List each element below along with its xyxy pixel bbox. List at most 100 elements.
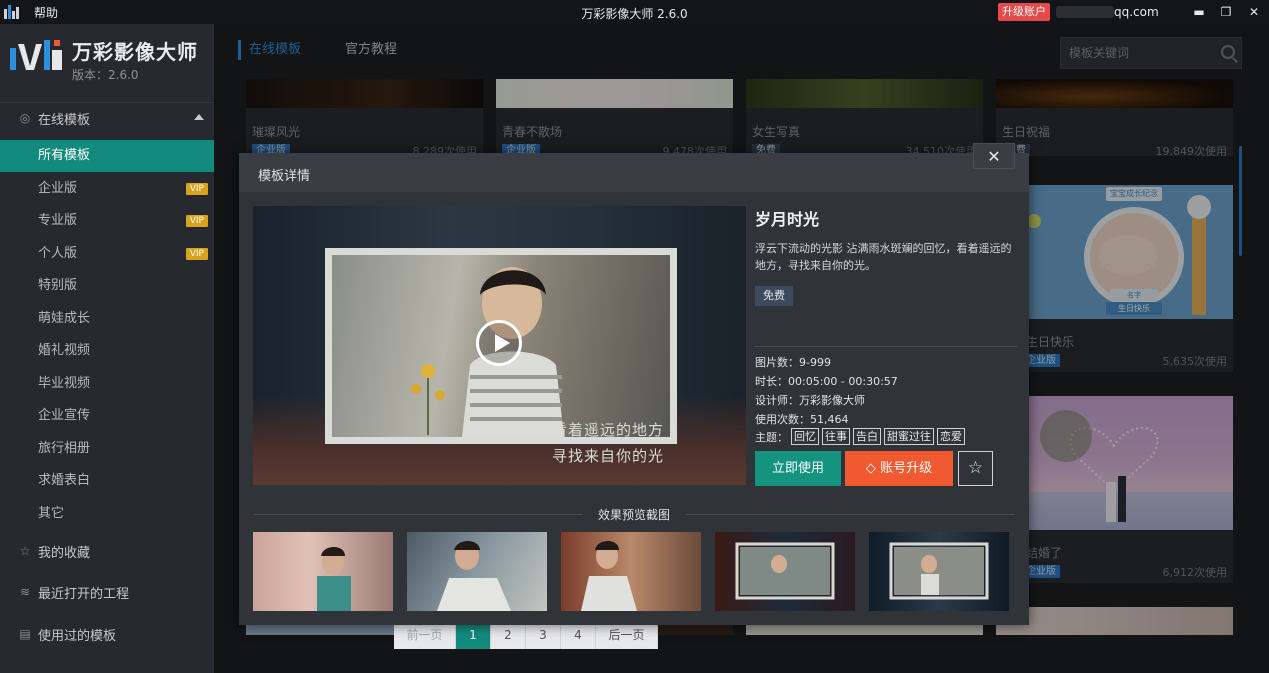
preview-screenshot[interactable] xyxy=(715,532,855,611)
video-caption-line-2: 寻找来自你的光 xyxy=(551,447,664,465)
template-name: 岁月时光 xyxy=(755,210,820,229)
sidebar-item-label: 企业宣传 xyxy=(38,408,91,423)
preview-screenshot[interactable] xyxy=(407,532,547,611)
template-description: 浮云下流动的光影 沾满雨水斑斓的回忆，看着遥远的地方，寻找来自你的光。 xyxy=(755,242,1012,272)
topics: 主题： 回忆 往事 告白 甜蜜过往 恋爱 xyxy=(755,428,965,445)
preview-person-illustration xyxy=(581,541,637,611)
minimize-icon[interactable]: ▬ xyxy=(1189,2,1209,22)
dialog-title: 模板详情 xyxy=(258,169,311,184)
sidebar-item-label: 求婚表白 xyxy=(38,473,91,488)
sidebar-item-other[interactable]: 其它 xyxy=(0,498,214,530)
close-dialog-button[interactable]: ✕ xyxy=(973,143,1015,169)
section-recent-projects[interactable]: ≋ 最近打开的工程 xyxy=(0,576,214,608)
topic-tag[interactable]: 告白 xyxy=(853,428,881,445)
topics-label: 主题： xyxy=(755,430,788,444)
restore-icon[interactable]: ❐ xyxy=(1216,2,1236,22)
preview-screenshots-heading: 效果预览截图 xyxy=(253,506,1015,522)
section-label: 最近打开的工程 xyxy=(38,586,130,602)
app-logo-icon xyxy=(4,5,24,19)
close-window-icon[interactable]: ✕ xyxy=(1244,2,1264,22)
diamond-icon: ◇ xyxy=(865,461,881,476)
template-icon: ▤ xyxy=(19,627,31,641)
page-3-button[interactable]: 3 xyxy=(526,621,561,649)
usage-count: 使用次数：51,464 xyxy=(755,413,849,426)
page-1-button[interactable]: 1 xyxy=(456,621,491,649)
preview-photo-frame-illustration xyxy=(735,542,835,600)
designer: 设计师：万彩影像大师 xyxy=(755,394,865,407)
brand-name: 万彩影像大师 xyxy=(72,40,198,64)
section-label: 使用过的模板 xyxy=(38,628,117,644)
preview-person-illustration xyxy=(317,547,351,611)
image-count: 图片数：9-999 xyxy=(755,356,831,369)
favorite-star-icon[interactable]: ☆ xyxy=(958,451,993,486)
vip-badge: VIP xyxy=(185,215,208,227)
video-caption-line-1: 看着遥远的地方 xyxy=(551,421,664,439)
sidebar-item-graduation[interactable]: 毕业视频 xyxy=(0,368,214,400)
sidebar-item-wedding[interactable]: 婚礼视频 xyxy=(0,335,214,367)
sidebar-item-all[interactable]: 所有模板 xyxy=(0,140,214,172)
sidebar-item-corporate[interactable]: 企业宣传 xyxy=(0,400,214,432)
vip-badge: VIP xyxy=(185,183,208,195)
star-icon: ☆ xyxy=(19,544,31,558)
upgrade-account-button[interactable]: ◇ 账号升级 xyxy=(845,451,953,486)
page-4-button[interactable]: 4 xyxy=(561,621,596,649)
sidebar-item-label: 婚礼视频 xyxy=(38,343,91,358)
topic-tag[interactable]: 甜蜜过往 xyxy=(884,428,934,445)
sidebar-item-label: 旅行相册 xyxy=(38,441,91,456)
section-used-templates[interactable]: ▤ 使用过的模板 xyxy=(0,618,214,650)
preview-photo-frame-illustration xyxy=(889,542,989,600)
sidebar-item-proposal[interactable]: 求婚表白 xyxy=(0,465,214,497)
section-online-templates[interactable]: ◎ 在线模板 xyxy=(0,102,214,134)
template-detail-dialog: 模板详情 ✕ 看着遥远的地方 寻找来自你的光 岁月时光 浮云下流动的光影 沾满雨… xyxy=(239,143,1029,625)
duration: 时长：00:05:00 - 00:30:57 xyxy=(755,375,898,388)
topic-tag[interactable]: 恋爱 xyxy=(937,428,965,445)
next-page-button[interactable]: 后一页 xyxy=(596,621,658,649)
page-2-button[interactable]: 2 xyxy=(491,621,526,649)
dialog-header: 模板详情 xyxy=(239,153,1029,192)
preview-person-illustration xyxy=(437,541,511,611)
play-icon[interactable] xyxy=(476,320,522,366)
sidebar-item-label: 萌娃成长 xyxy=(38,311,91,326)
vip-badge: VIP xyxy=(185,248,208,260)
account-name-blurred xyxy=(1056,6,1114,18)
sidebar-item-label: 其它 xyxy=(38,506,65,521)
sidebar-item-enterprise[interactable]: 企业版 VIP xyxy=(0,173,214,205)
preview-screenshot[interactable] xyxy=(253,532,393,611)
topic-tag[interactable]: 回忆 xyxy=(791,428,819,445)
template-info: 岁月时光 浮云下流动的光影 沾满雨水斑斓的回忆，看着遥远的地方，寻找来自你的光。… xyxy=(755,206,1017,486)
app-version: 版本：2.6.0 xyxy=(72,68,139,82)
preview-screenshot[interactable] xyxy=(561,532,701,611)
topic-tag[interactable]: 往事 xyxy=(822,428,850,445)
layers-icon: ≋ xyxy=(19,585,31,599)
caret-up-icon[interactable] xyxy=(194,114,204,120)
title-bar: 帮助 万彩影像大师 2.6.0 升级账户 qq.com ▬ ❐ ✕ xyxy=(0,0,1269,24)
globe-icon: ◎ xyxy=(19,111,31,125)
sidebar-item-special[interactable]: 特别版 xyxy=(0,270,214,302)
preview-screenshot[interactable] xyxy=(869,532,1009,611)
sidebar-item-label: 企业版 xyxy=(38,181,78,196)
brand-logo-icon xyxy=(10,40,62,70)
pagination: 前一页 1 2 3 4 后一页 xyxy=(394,621,658,649)
section-favorites[interactable]: ☆ 我的收藏 xyxy=(0,535,214,567)
section-label: 我的收藏 xyxy=(38,545,91,561)
sidebar-item-baby[interactable]: 萌娃成长 xyxy=(0,303,214,335)
divider xyxy=(755,346,1017,347)
section-label: 在线模板 xyxy=(38,112,91,128)
sidebar-item-label: 特别版 xyxy=(38,278,78,293)
video-preview[interactable]: 看着遥远的地方 寻找来自你的光 xyxy=(253,206,746,485)
sidebar-item-personal[interactable]: 个人版 VIP xyxy=(0,238,214,270)
account-email[interactable]: qq.com xyxy=(1114,5,1159,19)
help-menu[interactable]: 帮助 xyxy=(34,4,58,21)
sidebar-item-travel[interactable]: 旅行相册 xyxy=(0,433,214,465)
use-now-button[interactable]: 立即使用 xyxy=(755,451,841,486)
flower-illustration xyxy=(411,364,445,435)
sidebar-item-label: 毕业视频 xyxy=(38,376,91,391)
sidebar-item-label: 个人版 xyxy=(38,246,78,261)
price-badge: 免费 xyxy=(755,286,793,306)
brand: 万彩影像大师 版本：2.6.0 xyxy=(10,36,210,86)
prev-page-button[interactable]: 前一页 xyxy=(394,621,456,649)
upgrade-account-button[interactable]: 升级账户 xyxy=(998,3,1050,21)
sidebar-item-label: 所有模板 xyxy=(38,148,91,163)
sidebar-item-professional[interactable]: 专业版 VIP xyxy=(0,205,214,237)
sidebar-item-label: 专业版 xyxy=(38,213,78,228)
